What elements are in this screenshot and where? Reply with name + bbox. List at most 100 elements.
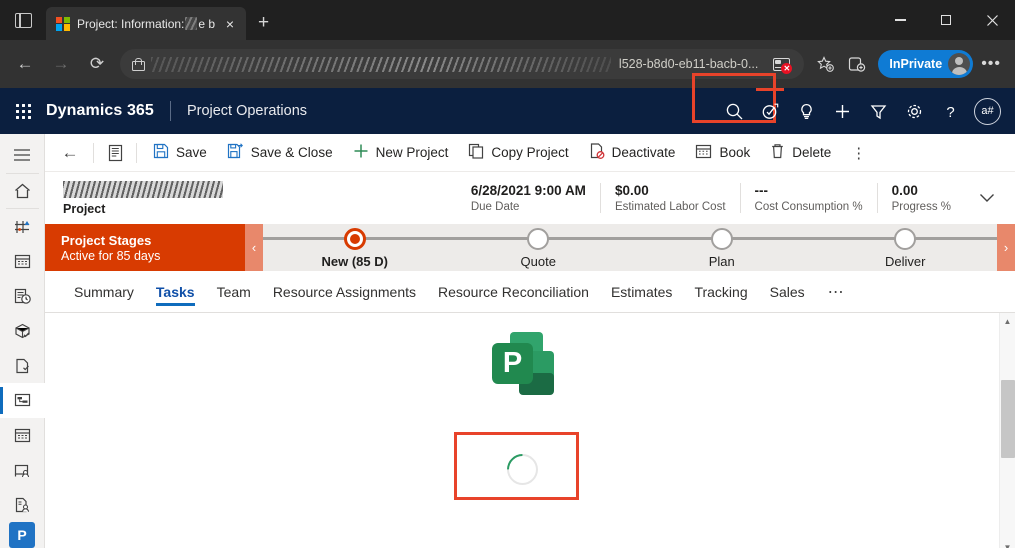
metric-due-date: 6/28/2021 9:00 AM Due Date [457,183,600,213]
sidebar-item-resource-requests[interactable] [0,452,45,487]
bpf-stage-new[interactable]: New (85 D) [263,224,447,271]
save-button[interactable]: Save [143,136,217,170]
tabs-overflow-icon[interactable]: ⋯ [816,282,856,302]
book-label: Book [719,145,751,160]
new-project-button[interactable]: New Project [343,136,459,170]
tab-estimates[interactable]: Estimates [600,271,683,313]
browser-tab[interactable]: Project: Information: e b × [46,7,246,40]
tab-title-prefix: Project: Information: [77,16,185,31]
sidebar-item-approvals[interactable] [0,314,45,349]
project-app-tile[interactable]: P [9,522,35,548]
sidebar-item-projects[interactable] [0,383,45,418]
assistant-icon[interactable] [752,88,788,134]
add-favorite-icon[interactable] [810,49,840,79]
address-bar[interactable]: l528-b8d0-eb11-bacb-0... ✕ [120,49,805,79]
microsoft-project-logo-icon: P [488,329,556,395]
metric-label: Progress % [891,201,951,213]
form-selector-icon[interactable] [100,138,130,168]
search-icon[interactable] [716,88,752,134]
bpf-prev-button[interactable]: ‹ [245,224,263,271]
back-button[interactable]: ← [8,47,42,81]
new-project-label: New Project [375,145,449,160]
tab-title-suffix: e b [198,16,215,31]
tab-sales[interactable]: Sales [759,271,816,313]
bpf-next-button[interactable]: › [997,224,1015,271]
settings-gear-icon[interactable] [896,88,932,134]
collections-icon[interactable] [842,49,872,79]
help-icon[interactable]: ? [932,88,968,134]
form-back-button[interactable]: ← [53,136,87,170]
copy-project-label: Copy Project [491,145,569,160]
new-tab-button[interactable]: + [258,12,269,34]
tab-tasks[interactable]: Tasks [145,271,206,313]
sidebar-item-home[interactable] [0,174,45,209]
bpf-stage-dot [710,228,733,250]
inprivate-profile-button[interactable]: InPrivate [878,50,974,78]
sitemap-nav: P [0,134,45,548]
record-header: Project 6/28/2021 9:00 AM Due Date $0.00… [45,172,1015,224]
inprivate-label: InPrivate [889,57,943,71]
save-icon [153,143,169,162]
wallet-icon[interactable]: ✕ [766,49,796,79]
bpf-stage-deliver[interactable]: Deliver [814,224,998,271]
bpf-stage-plan[interactable]: Plan [630,224,814,271]
window-controls [877,0,1015,40]
close-window-button[interactable] [969,0,1015,40]
delete-button[interactable]: Delete [760,136,841,170]
tab-team[interactable]: Team [206,271,262,313]
app-launcher-icon[interactable] [0,103,46,119]
plus-icon [353,143,369,162]
copy-project-button[interactable]: Copy Project [458,136,578,170]
command-overflow-icon[interactable]: ⋮ [841,144,876,162]
deactivate-label: Deactivate [611,145,676,160]
record-name-redacted [63,180,223,198]
scrollbar-track[interactable] [1000,330,1015,539]
minimize-button[interactable] [877,0,923,40]
microsoft-logo-icon [56,16,70,31]
command-divider [136,142,137,163]
loading-spinner [500,447,544,491]
browser-settings-more-icon[interactable]: ••• [975,55,1007,73]
metric-value: 6/28/2021 9:00 AM [470,183,586,198]
sidebar-item-recent[interactable] [0,209,45,244]
app-module-name: Project Operations [186,103,308,119]
quick-create-icon[interactable] [824,88,860,134]
sidebar-item-menu[interactable] [0,138,45,173]
url-redacted [151,56,611,72]
metric-cost-consumption: --- Cost Consumption % [739,183,877,213]
tab-summary[interactable]: Summary [63,271,145,313]
bpf-stage-dot [894,228,917,250]
header-divider [169,101,171,121]
metric-estimated-labor-cost: $0.00 Estimated Labor Cost [599,183,740,213]
filter-icon[interactable] [860,88,896,134]
app-root: Project: Information: e b × + ← → ⟳ l528… [0,0,1015,548]
bpf-header[interactable]: Project Stages Active for 85 days [45,224,245,271]
reload-button[interactable]: ⟳ [80,47,114,81]
sidebar-item-resource-requirements[interactable] [0,487,45,522]
tab-tracking[interactable]: Tracking [683,271,758,313]
forward-button[interactable]: → [44,47,78,81]
tab-resource-reconciliation[interactable]: Resource Reconciliation [427,271,600,313]
content-scrollbar[interactable]: ▲ ▼ [999,313,1015,548]
save-and-close-button[interactable]: Save & Close [217,136,343,170]
record-entity-label: Project [63,201,106,216]
scroll-down-icon[interactable]: ▼ [1004,539,1012,548]
browser-toolbar: ← → ⟳ l528-b8d0-eb11-bacb-0... ✕ InPriva… [0,40,1015,123]
content-loading-area: P [45,313,999,548]
tab-resource-assignments[interactable]: Resource Assignments [262,271,427,313]
bpf-stage-quote[interactable]: Quote [447,224,631,271]
maximize-button[interactable] [923,0,969,40]
close-icon[interactable]: × [222,17,238,31]
sidebar-item-calendar[interactable] [0,244,45,279]
chevron-down-icon[interactable] [965,190,1001,206]
book-button[interactable]: Book [685,136,760,170]
user-avatar[interactable]: a# [974,97,1001,125]
sidebar-item-schedule-board[interactable] [0,418,45,453]
deactivate-button[interactable]: Deactivate [579,136,686,170]
scroll-up-icon[interactable]: ▲ [1004,313,1012,330]
scrollbar-thumb[interactable] [1000,380,1015,458]
sidebar-item-time-entries[interactable] [0,279,45,314]
tab-actions-menu[interactable] [0,0,46,40]
lightbulb-icon[interactable] [788,88,824,134]
sidebar-item-expenses[interactable] [0,348,45,383]
